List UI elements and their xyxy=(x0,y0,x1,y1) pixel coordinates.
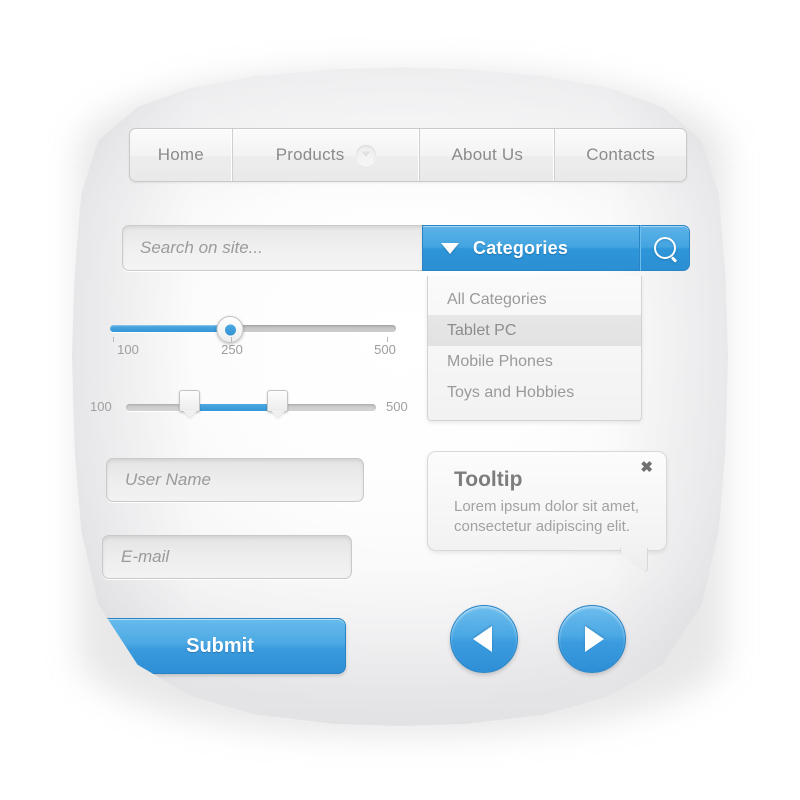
categories-dropdown-list: All Categories Tablet PC Mobile Phones T… xyxy=(427,276,642,421)
dropdown-item-label: Tablet PC xyxy=(447,321,517,339)
submit-button-label: Submit xyxy=(186,634,254,657)
nav-item-contacts[interactable]: Contacts xyxy=(555,129,686,181)
chevron-down-icon[interactable] xyxy=(356,145,377,165)
single-value-slider[interactable]: 100 250 500 xyxy=(110,313,396,357)
triangle-right-icon xyxy=(584,626,604,652)
main-navigation: Home Products About Us Contacts xyxy=(129,128,687,182)
dropdown-item-toys-and-hobbies[interactable]: Toys and Hobbies xyxy=(428,377,641,408)
search-bar: Search on site... Categories xyxy=(122,225,690,271)
tooltip-tail xyxy=(620,548,648,573)
email-field[interactable]: E-mail xyxy=(102,535,352,579)
range-slider-handle-low[interactable] xyxy=(179,390,200,412)
username-field[interactable]: User Name xyxy=(106,458,364,502)
nav-item-about-us[interactable]: About Us xyxy=(420,129,556,181)
close-icon[interactable]: ✖ xyxy=(640,460,653,475)
tooltip-body-line-2: consectetur adipiscing elit. xyxy=(454,517,630,535)
dropdown-item-label: Toys and Hobbies xyxy=(447,383,575,401)
search-icon xyxy=(654,237,676,259)
dropdown-item-mobile-phones[interactable]: Mobile Phones xyxy=(428,346,641,377)
search-placeholder-text: Search on site... xyxy=(140,238,263,257)
dropdown-item-all-categories[interactable]: All Categories xyxy=(428,284,641,315)
triangle-down-icon xyxy=(441,242,459,254)
slider-tick-min xyxy=(113,337,114,342)
categories-button-label: Categories xyxy=(473,237,569,258)
nav-item-products[interactable]: Products xyxy=(233,129,421,181)
slider-label-max: 500 xyxy=(374,342,396,357)
nav-item-label: Home xyxy=(157,145,204,164)
ui-kit-artwork: Home Products About Us Contacts Search o… xyxy=(72,67,728,726)
range-slider[interactable]: 100 500 xyxy=(90,390,412,424)
dropdown-item-label: Mobile Phones xyxy=(447,352,553,370)
email-placeholder-text: E-mail xyxy=(121,547,170,566)
slider-fill xyxy=(110,325,231,332)
pillow-mockup-scene: Home Products About Us Contacts Search o… xyxy=(0,0,800,800)
dropdown-item-label: All Categories xyxy=(447,290,547,308)
nav-item-label: Products xyxy=(275,145,345,164)
slider-label-min: 100 xyxy=(117,342,139,357)
next-button[interactable] xyxy=(558,605,626,673)
nav-item-home[interactable]: Home xyxy=(130,129,233,181)
tooltip-title: Tooltip xyxy=(454,468,523,491)
tooltip-body-line-1: Lorem ipsum dolor sit amet, xyxy=(454,498,640,515)
nav-item-label: About Us xyxy=(451,145,524,164)
dropdown-item-tablet-pc[interactable]: Tablet PC xyxy=(428,315,641,346)
range-slider-fill xyxy=(188,404,276,411)
range-slider-handle-high[interactable] xyxy=(267,390,288,412)
search-input[interactable]: Search on site... xyxy=(122,225,422,271)
pillow-product: Home Products About Us Contacts Search o… xyxy=(72,67,728,726)
tooltip-popover: ✖ Tooltip Lorem ipsum dolor sit amet, co… xyxy=(427,451,667,573)
previous-button[interactable] xyxy=(450,605,518,673)
nav-item-label: Contacts xyxy=(586,145,655,164)
search-submit-button[interactable] xyxy=(640,225,690,271)
triangle-left-icon xyxy=(472,626,492,652)
range-slider-label-min: 100 xyxy=(90,399,112,414)
categories-dropdown-button[interactable]: Categories xyxy=(422,225,640,271)
slider-label-mid: 250 xyxy=(221,342,243,357)
range-slider-label-max: 500 xyxy=(386,399,408,414)
username-placeholder-text: User Name xyxy=(125,470,211,489)
